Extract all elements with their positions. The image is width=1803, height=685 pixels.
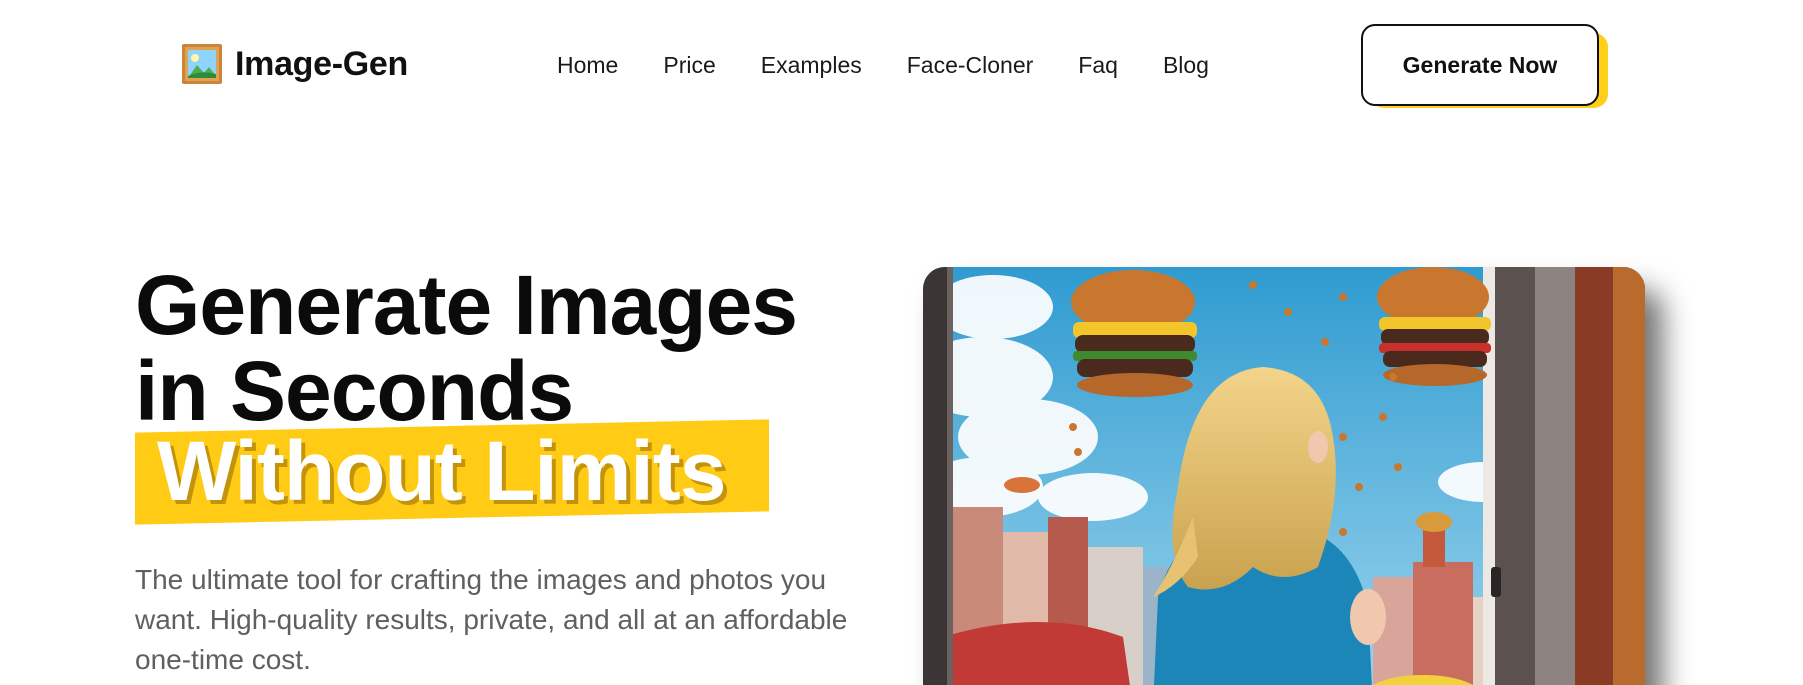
headline-line-1: Generate Images: [135, 258, 798, 352]
nav-blog[interactable]: Blog: [1163, 52, 1209, 79]
hero-subtext: The ultimate tool for crafting the image…: [135, 564, 848, 675]
hero-headline: Generate Images in Seconds: [135, 262, 798, 434]
nav-price[interactable]: Price: [663, 52, 715, 79]
logo[interactable]: Image-Gen: [181, 43, 408, 85]
nav-face-cloner[interactable]: Face-Cloner: [907, 52, 1034, 79]
framed-picture-icon: [182, 44, 222, 84]
main-nav: Home Price Examples Face-Cloner Faq Blog: [557, 52, 1209, 79]
logo-text: Image-Gen: [235, 44, 409, 83]
generate-now-wrap: Generate Now: [1361, 24, 1609, 108]
highlight-banner: Without Limits: [135, 419, 769, 525]
hero-image: [923, 267, 1645, 685]
highlight-text: Without Limits: [157, 424, 726, 518]
nav-home[interactable]: Home: [557, 52, 618, 79]
nav-faq[interactable]: Faq: [1078, 52, 1118, 79]
nav-examples[interactable]: Examples: [761, 52, 862, 79]
generate-now-button[interactable]: Generate Now: [1361, 24, 1599, 106]
girl-with-floating-burgers-illustration: [923, 267, 1645, 685]
